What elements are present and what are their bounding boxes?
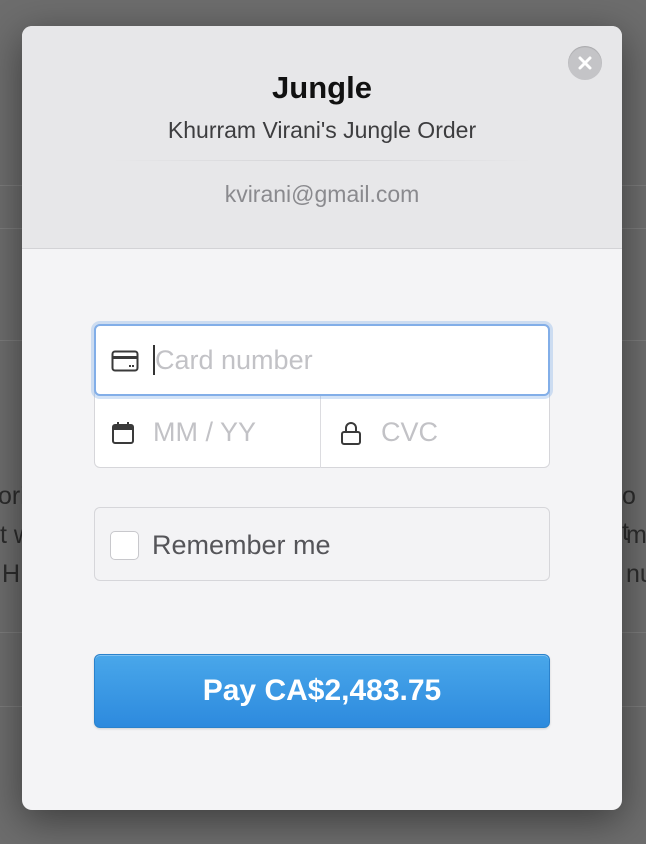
remember-me-toggle[interactable]: Remember me	[94, 507, 550, 581]
field-separator	[320, 396, 321, 468]
header-divider	[112, 160, 532, 161]
remember-me-label: Remember me	[152, 530, 331, 560]
calendar-icon	[112, 422, 134, 444]
expiry-input[interactable]	[153, 414, 313, 450]
expiry-cvc-row	[94, 396, 550, 468]
checkout-modal: Jungle Khurram Virani's Jungle Order kvi…	[22, 26, 622, 810]
remember-me-checkbox[interactable]	[110, 531, 139, 560]
card-number-field[interactable]	[94, 324, 550, 396]
card-number-input[interactable]	[155, 342, 535, 378]
lock-icon	[341, 422, 361, 445]
cvc-input[interactable]	[381, 414, 531, 450]
customer-email: kvirani@gmail.com	[224, 181, 420, 207]
pay-button[interactable]: Pay CA$2,483.75	[94, 654, 550, 728]
modal-header: Jungle Khurram Virani's Jungle Order kvi…	[22, 26, 622, 249]
merchant-title: Jungle	[272, 70, 372, 105]
close-icon	[578, 56, 592, 70]
credit-card-icon	[111, 350, 139, 372]
order-description: Khurram Virani's Jungle Order	[167, 117, 477, 143]
